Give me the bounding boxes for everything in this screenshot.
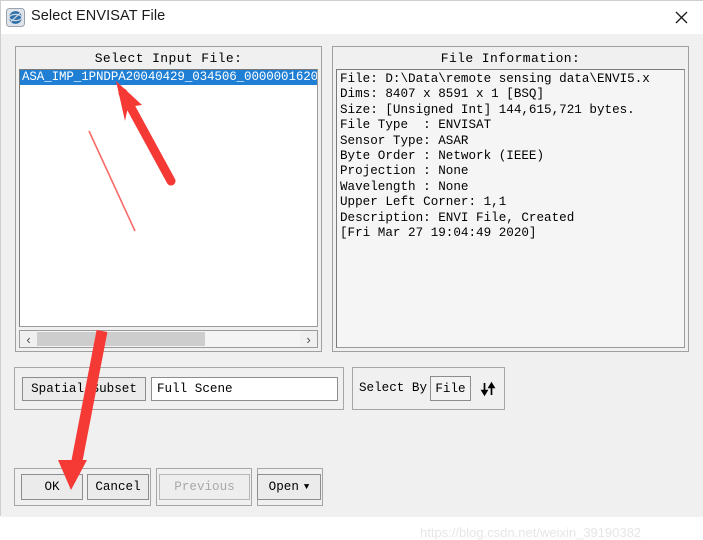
info-line: Dims: 8407 x 8591 x 1 [BSQ] — [340, 87, 545, 102]
select-by-label: Select By — [359, 381, 428, 395]
info-line: Wavelength : None — [340, 179, 469, 194]
select-input-file-panel: Select Input File: ASA_IMP_1PNDPA2004042… — [15, 46, 322, 352]
spatial-subset-group: Spatial Subset Full Scene — [14, 367, 344, 410]
cancel-button[interactable]: Cancel — [87, 474, 149, 500]
scrollbar-thumb[interactable] — [37, 332, 205, 346]
select-input-file-label: Select Input File: — [94, 51, 243, 66]
select-by-group: Select By File — [352, 367, 505, 410]
ok-button[interactable]: OK — [21, 474, 83, 500]
list-item[interactable]: ASA_IMP_1PNDPA20040429_034506_0000001620… — [20, 70, 317, 85]
file-information-text: File: D:\Data\remote sensing data\ENVI5.… — [336, 69, 685, 348]
envi-app-icon — [6, 8, 25, 27]
info-line: Projection : None — [340, 164, 469, 179]
dialog-body: Select Input File: ASA_IMP_1PNDPA2004042… — [1, 34, 703, 540]
info-line: Size: [Unsigned Int] 144,615,721 bytes. — [340, 102, 635, 117]
open-button[interactable]: Open ▼ — [257, 474, 321, 500]
file-list-horizontal-scrollbar[interactable]: ‹ › — [19, 330, 318, 348]
info-line: File Type : ENVISAT — [340, 118, 492, 133]
info-line: Description: ENVI File, Created — [340, 210, 575, 225]
close-button[interactable] — [658, 1, 703, 33]
info-line: Upper Left Corner: 1,1 — [340, 195, 507, 210]
info-line: File: D:\Data\remote sensing data\ENVI5.… — [340, 72, 650, 86]
swap-sort-icon[interactable] — [477, 376, 499, 401]
scene-extent-field[interactable]: Full Scene — [151, 377, 338, 401]
title-bar: Select ENVISAT File — [1, 1, 703, 34]
info-line: [Fri Mar 27 19:04:49 2020] — [340, 226, 537, 241]
watermark-text: https://blog.csdn.net/weixin_39190382 — [420, 525, 642, 540]
info-line: Byte Order : Network (IEEE) — [340, 149, 545, 164]
file-information-label: File Information: — [440, 51, 581, 66]
chevron-down-icon: ▼ — [303, 482, 310, 492]
scroll-right-icon[interactable]: › — [300, 331, 317, 347]
close-icon — [675, 11, 687, 23]
file-list-box[interactable]: ASA_IMP_1PNDPA20040429_034506_0000001620… — [19, 69, 318, 327]
select-by-value[interactable]: File — [430, 376, 471, 401]
file-information-panel: File Information: File: D:\Data\remote s… — [332, 46, 689, 352]
select-envisat-file-dialog: Select ENVISAT File Select Input File: A… — [0, 0, 703, 540]
info-line: Sensor Type: ASAR — [340, 133, 469, 148]
open-button-label: Open — [268, 480, 299, 494]
previous-button[interactable]: Previous — [159, 474, 250, 500]
scroll-left-icon[interactable]: ‹ — [20, 331, 37, 347]
window-title: Select ENVISAT File — [31, 8, 166, 24]
spatial-subset-button[interactable]: Spatial Subset — [22, 377, 146, 401]
